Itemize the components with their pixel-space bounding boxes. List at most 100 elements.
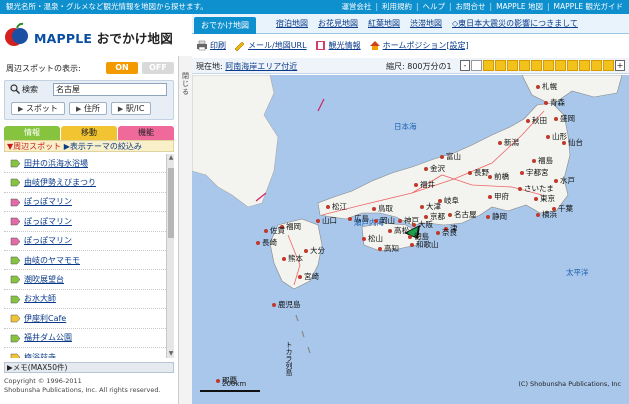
city-label[interactable]: 福井 <box>420 179 435 190</box>
city-marker[interactable] <box>554 179 558 183</box>
zoom-level-segment[interactable] <box>591 60 602 71</box>
link-mapple-guide[interactable]: MAPPLE 観光ガイド <box>554 0 623 14</box>
spot-link[interactable]: 潮吹展望台 <box>24 274 64 285</box>
city-marker[interactable] <box>282 257 286 261</box>
city-marker[interactable] <box>440 155 444 159</box>
spot-list-item[interactable]: 楕浴玆寺 <box>4 348 166 358</box>
city-marker[interactable] <box>534 197 538 201</box>
search-spot-button[interactable]: ▶ スポット <box>11 102 65 115</box>
city-marker[interactable] <box>326 205 330 209</box>
city-marker[interactable] <box>388 229 392 233</box>
spot-list-item[interactable]: ぽっぽマリン <box>4 193 166 213</box>
city-label[interactable]: 福島 <box>538 155 553 166</box>
city-marker[interactable] <box>372 207 376 211</box>
spot-link[interactable]: ぽっぽマリン <box>24 196 72 207</box>
city-label[interactable]: 名古屋 <box>454 209 477 220</box>
zoom-level-segment[interactable] <box>531 60 542 71</box>
city-label[interactable]: 岐阜 <box>444 195 459 206</box>
city-label[interactable]: 秋田 <box>532 115 547 126</box>
city-marker[interactable] <box>272 303 276 307</box>
scroll-up-arrow[interactable]: ▲ <box>167 154 175 162</box>
city-marker[interactable] <box>216 379 220 383</box>
city-label[interactable]: 前橋 <box>494 171 509 182</box>
city-marker[interactable] <box>378 247 382 251</box>
home-position-button[interactable]: ホームポジション[設定] <box>369 40 469 51</box>
tab-transport[interactable]: 移動 <box>61 126 117 140</box>
link-company[interactable]: 運営会社 <box>341 0 371 14</box>
city-label[interactable]: 奈良 <box>442 227 457 238</box>
spot-list-item[interactable]: 福井ダム公園 <box>4 329 166 348</box>
city-marker[interactable] <box>256 241 260 245</box>
city-label[interactable]: 福岡 <box>286 221 301 232</box>
city-label[interactable]: 千葉 <box>558 203 573 214</box>
map-canvas[interactable]: 日本海 瀬戸内海 太平洋 札幌 青森 秋田 盛岡 山形 仙台 新潟 福島 宇都宮 水戸 前橋 長野 富山… <box>192 75 629 404</box>
city-label[interactable]: 佐賀 <box>270 225 285 236</box>
city-label[interactable]: 甲府 <box>494 191 509 202</box>
mail-url-button[interactable]: メール/地図URL <box>234 40 307 51</box>
spot-list-item[interactable]: 潮吹展望台 <box>4 270 166 290</box>
tab-traffic-map[interactable]: 渋滞地図 <box>410 18 442 29</box>
zoom-in-button[interactable]: + <box>615 60 625 71</box>
city-label[interactable]: 水戸 <box>560 175 575 186</box>
city-label[interactable]: 新潟 <box>504 137 519 148</box>
city-label[interactable]: 金沢 <box>430 163 445 174</box>
city-marker[interactable] <box>420 205 424 209</box>
sightseeing-label[interactable]: 観光情報 <box>329 40 361 51</box>
tab-outing-map[interactable]: おでかけ地図 <box>194 17 256 34</box>
city-marker[interactable] <box>408 235 412 239</box>
spot-link[interactable]: 福井ダム公園 <box>24 332 72 343</box>
search-input[interactable]: 名古屋 <box>53 83 167 96</box>
spot-list-item[interactable]: ぽっぽマリン <box>4 232 166 251</box>
spot-link[interactable]: 由岐のヤマモモ <box>24 255 80 266</box>
city-marker[interactable] <box>410 243 414 247</box>
spot-link[interactable]: 楕浴玆寺 <box>24 352 56 358</box>
link-mapple-map[interactable]: MAPPLE 地図 <box>496 0 543 14</box>
city-label[interactable]: 札幌 <box>542 81 557 92</box>
city-marker[interactable] <box>520 171 524 175</box>
zoom-level-segment[interactable] <box>543 60 554 71</box>
spot-link[interactable]: 由岐伊勢えびまつり <box>24 177 96 188</box>
nearby-off-button[interactable]: OFF <box>142 62 174 74</box>
city-label[interactable]: 長崎 <box>262 237 277 248</box>
link-terms[interactable]: 利用規約 <box>382 0 412 14</box>
city-label[interactable]: 仙台 <box>568 137 583 148</box>
spot-list-item[interactable]: 由岐のヤマモモ <box>4 251 166 271</box>
city-label[interactable]: 宮崎 <box>304 271 319 282</box>
city-marker[interactable] <box>518 187 522 191</box>
city-label[interactable]: 岡山 <box>380 215 395 226</box>
tab-functions[interactable]: 機能 <box>118 126 174 140</box>
sightseeing-button[interactable]: 観光情報 <box>315 40 361 51</box>
city-label[interactable]: 青森 <box>550 97 565 108</box>
city-label[interactable]: 静岡 <box>492 211 507 222</box>
zoom-level-segment[interactable] <box>567 60 578 71</box>
city-marker[interactable] <box>304 249 308 253</box>
city-label[interactable]: 高松 <box>394 225 409 236</box>
link-help[interactable]: ヘルプ <box>423 0 446 14</box>
spot-link[interactable]: ぽっぽマリン <box>24 235 72 246</box>
city-label[interactable]: 鹿児島 <box>278 299 301 310</box>
city-label[interactable]: 松江 <box>332 201 347 212</box>
nearby-spots-heading[interactable]: ▼周辺スポット <box>7 142 61 151</box>
spot-list-item[interactable]: ぽっぽマリン <box>4 212 166 232</box>
city-label[interactable]: 徳島 <box>414 231 429 242</box>
city-label[interactable]: 鳥取 <box>378 203 393 214</box>
memo-toggle[interactable]: ▶メモ(MAX50件) <box>4 362 174 373</box>
city-label[interactable]: 広島 <box>354 213 369 224</box>
scroll-thumb[interactable] <box>168 168 174 238</box>
panel-collapse-handle[interactable]: 閉じる <box>178 56 192 404</box>
city-label[interactable]: 熊本 <box>288 253 303 264</box>
city-label[interactable]: 長野 <box>474 167 489 178</box>
city-label[interactable]: 盛岡 <box>560 113 575 124</box>
mail-url-label[interactable]: メール/地図URL <box>248 40 307 51</box>
zoom-level-segment[interactable] <box>603 60 614 71</box>
logo[interactable]: MAPPLE おでかけ地図 <box>0 14 192 56</box>
spot-list-scrollbar[interactable]: ▲ ▼ <box>166 154 174 358</box>
search-address-button[interactable]: ▶ 住所 <box>68 102 107 115</box>
city-marker[interactable] <box>398 219 402 223</box>
city-marker[interactable] <box>414 183 418 187</box>
city-marker[interactable] <box>562 141 566 145</box>
city-marker[interactable] <box>526 119 530 123</box>
zoom-level-segment[interactable] <box>519 60 530 71</box>
city-marker[interactable] <box>544 101 548 105</box>
spot-link[interactable]: 伊座利Cafe <box>24 313 66 324</box>
